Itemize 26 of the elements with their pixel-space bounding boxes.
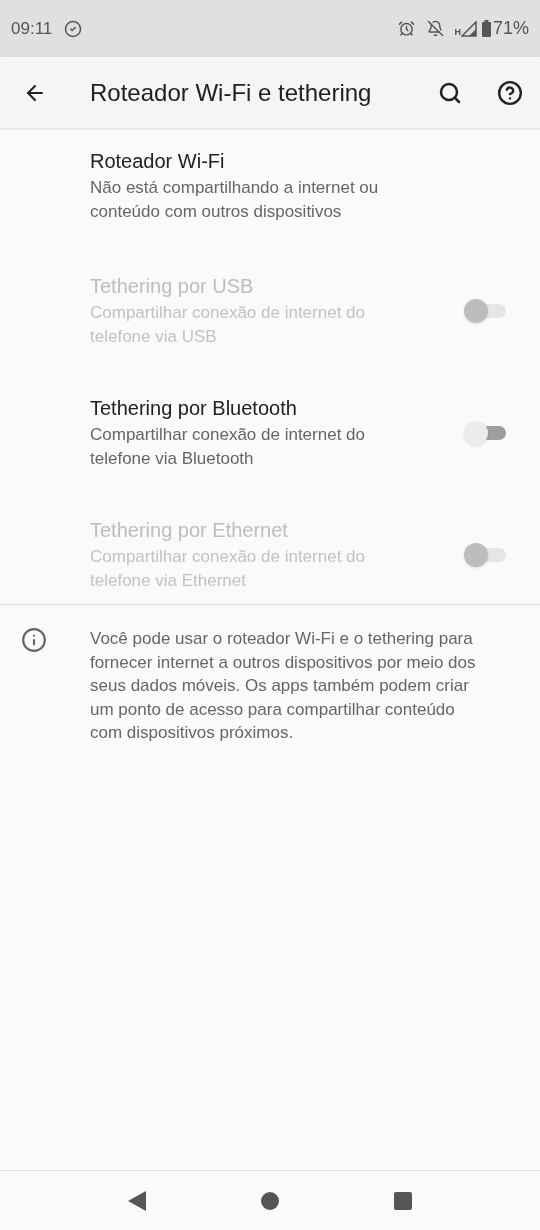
info-icon <box>21 627 47 653</box>
help-icon <box>497 79 523 106</box>
status-time: 09:11 <box>11 17 53 40</box>
back-nav-icon[interactable] <box>127 1190 146 1211</box>
bell-off-icon <box>427 20 445 37</box>
home-nav-icon[interactable] <box>261 1191 279 1210</box>
setting-title: Tethering por Ethernet <box>90 518 289 543</box>
setting-title: Roteador Wi-Fi <box>90 149 226 174</box>
recents-nav-icon[interactable] <box>394 1191 413 1210</box>
signal-icon <box>460 20 477 37</box>
page-title: Roteador Wi-Fi e tethering <box>90 77 373 108</box>
battery-icon <box>481 20 491 37</box>
setting-summary: Compartilhar conexão de internet do telefone via Bluetooth <box>90 424 366 470</box>
help-button[interactable] <box>496 78 524 107</box>
setting-title: Tethering por USB <box>90 274 255 299</box>
info-text: Você pode usar o roteador Wi-Fi e o tethering para fornecer internet a outros dispositivos por meio dos seus dados móveis. Os apps também podem criar um ponto de acesso para compartilhar conteúdo com dispositivos próximos. <box>90 628 477 744</box>
setting-summary: Compartilhar conexão de internet do telefone via USB <box>90 302 366 348</box>
setting-summary: Compartilhar conexão de internet do telefone via Ethernet <box>90 546 366 592</box>
network-type: H <box>454 25 461 39</box>
toggle-switch[interactable] <box>464 420 508 446</box>
setting-summary: Não está compartilhando a internet ou conteúdo com outros dispositivos <box>90 177 380 223</box>
check-circle-icon <box>64 19 83 38</box>
search-icon <box>438 80 462 105</box>
setting-title: Tethering por Bluetooth <box>90 396 298 421</box>
battery-percent: 71% <box>492 17 529 40</box>
alarm-icon <box>398 20 416 37</box>
